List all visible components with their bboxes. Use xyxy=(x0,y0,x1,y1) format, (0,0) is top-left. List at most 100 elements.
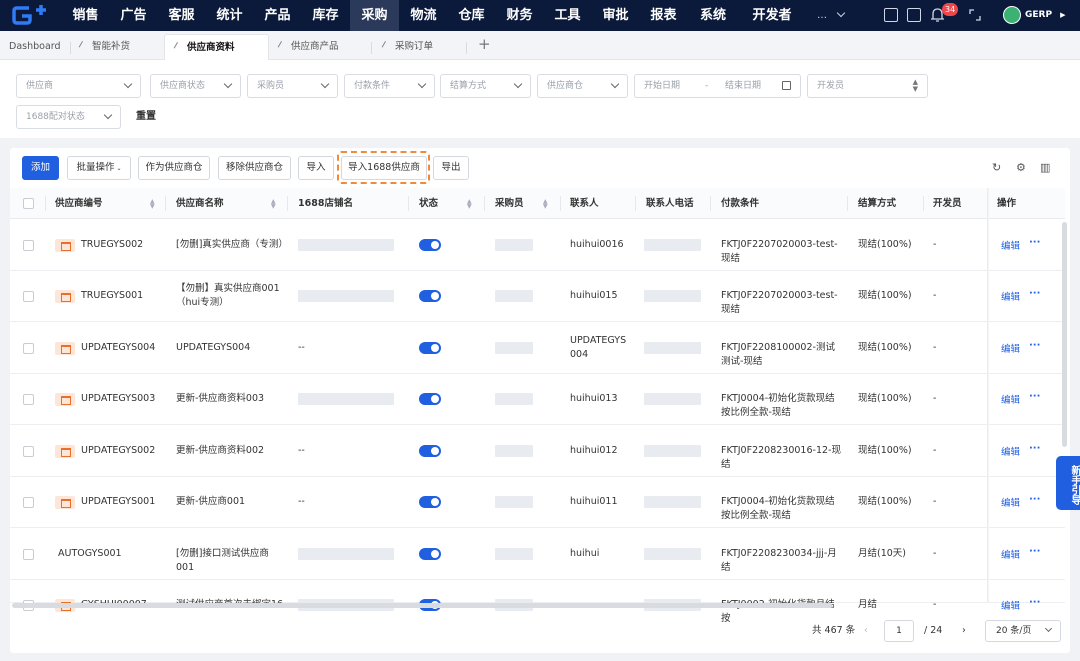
edit-link[interactable]: 编辑 xyxy=(1001,341,1020,355)
nav-item-8[interactable]: 仓库 xyxy=(448,0,495,31)
nav-item-7[interactable]: 物流 xyxy=(400,0,447,31)
settings-icon[interactable]: ⚙ xyxy=(1016,162,1027,173)
row-checkbox[interactable] xyxy=(23,291,34,302)
reset-button[interactable]: 重置 xyxy=(130,105,162,129)
col-supplier-name[interactable]: 供应商名称 xyxy=(176,188,224,219)
status-toggle[interactable] xyxy=(419,548,441,560)
row-checkbox[interactable] xyxy=(23,240,34,251)
more-actions-icon[interactable]: ··· xyxy=(1029,443,1040,454)
status-toggle[interactable] xyxy=(419,445,441,457)
tab-supplier-products[interactable]: 供应商产品 xyxy=(277,34,369,60)
nav-item-13[interactable]: 系统 xyxy=(688,0,738,31)
table-row[interactable]: UPDATEGYS004 UPDATEGYS004 -- UPDATEGYS004 FK… xyxy=(10,323,1065,374)
match-1688-status-select[interactable]: 1688配对状态 xyxy=(16,105,121,129)
columns-icon[interactable]: ▥ xyxy=(1040,162,1051,173)
tab-purchase-orders[interactable]: 采购订单 xyxy=(381,34,463,60)
status-toggle[interactable] xyxy=(419,290,441,302)
more-actions-icon[interactable]: ··· xyxy=(1029,237,1040,248)
supplier-code[interactable]: UPDATEGYS004 xyxy=(81,341,155,355)
horizontal-scrollbar[interactable] xyxy=(12,603,832,608)
more-actions-icon[interactable]: ··· xyxy=(1029,597,1040,608)
table-row[interactable]: UPDATEGYS002 更新-供应商资料002 -- huihui012 FKTJ0F… xyxy=(10,426,1065,477)
more-actions-icon[interactable]: ··· xyxy=(1029,494,1040,505)
select-all-checkbox[interactable] xyxy=(23,198,34,209)
col-status[interactable]: 状态 xyxy=(419,188,438,219)
vertical-scrollbar[interactable] xyxy=(1062,222,1067,447)
fullscreen-icon[interactable] xyxy=(969,9,981,21)
tab-supplier-info[interactable]: 供应商资料 xyxy=(164,34,269,60)
page-number-input[interactable]: 1 xyxy=(884,620,914,642)
supplier-code[interactable]: TRUEGYS002 xyxy=(81,238,143,252)
row-checkbox[interactable] xyxy=(23,394,34,405)
remove-warehouse-button[interactable]: 移除供应商仓 xyxy=(218,156,291,180)
row-checkbox[interactable] xyxy=(23,549,34,560)
tab-dashboard[interactable]: Dashboard xyxy=(9,34,69,60)
status-toggle[interactable] xyxy=(419,239,441,251)
table-row[interactable]: AUTOGYS001 [勿删]接口测试供应商001 huihui FKTJ0F2208… xyxy=(10,529,1065,580)
supplier-code[interactable]: TRUEGYS001 xyxy=(81,289,143,303)
add-tab-button[interactable]: + xyxy=(478,35,491,53)
nav-item-5[interactable]: 库存 xyxy=(302,0,349,31)
supplier-code[interactable]: UPDATEGYS003 xyxy=(81,392,155,406)
nav-item-14[interactable]: 开发者 xyxy=(742,0,802,31)
col-developer[interactable]: 开发员 xyxy=(933,188,962,219)
payment-terms-select[interactable]: 付款条件 xyxy=(344,74,435,98)
col-contact[interactable]: 联系人 xyxy=(570,188,599,219)
supplier-warehouse-select[interactable]: 供应商仓 xyxy=(537,74,628,98)
batch-operation-button[interactable]: 批量操作 ⌄ xyxy=(67,156,131,180)
col-buyer[interactable]: 采购员 xyxy=(495,188,524,219)
status-toggle[interactable] xyxy=(419,496,441,508)
more-actions-icon[interactable]: ··· xyxy=(1029,546,1040,557)
nav-item-3[interactable]: 统计 xyxy=(206,0,253,31)
table-row[interactable]: UPDATEGYS003 更新-供应商资料003 huihui013 FKTJ0004… xyxy=(10,374,1065,425)
nav-item-0[interactable]: 销售 xyxy=(62,0,109,31)
nav-item-2[interactable]: 客服 xyxy=(158,0,205,31)
status-toggle[interactable] xyxy=(419,342,441,354)
sort-icon[interactable]: ▲ ▼ xyxy=(271,199,276,210)
nav-item-11[interactable]: 审批 xyxy=(592,0,639,31)
supplier-status-select[interactable]: 供应商状态 xyxy=(150,74,241,98)
edit-link[interactable]: 编辑 xyxy=(1001,444,1020,458)
col-payment-terms[interactable]: 付款条件 xyxy=(721,188,759,219)
page-size-select[interactable]: 20 条/页 xyxy=(985,620,1061,642)
supplier-code[interactable]: UPDATEGYS002 xyxy=(81,444,155,458)
nav-item-4[interactable]: 产品 xyxy=(254,0,301,31)
col-contact-phone[interactable]: 联系人电话 xyxy=(646,188,694,219)
import-button[interactable]: 导入 xyxy=(298,156,334,180)
nav-item-9[interactable]: 财务 xyxy=(496,0,543,31)
sort-icon[interactable]: ▲ ▼ xyxy=(467,199,472,210)
table-row[interactable]: TRUEGYS002 [勿删]真实供应商（专测） huihui0016 FKTJ0F2… xyxy=(10,220,1065,271)
edit-link[interactable]: 编辑 xyxy=(1001,598,1020,612)
settlement-select[interactable]: 结算方式 xyxy=(440,74,531,98)
supplier-code[interactable]: UPDATEGYS001 xyxy=(81,495,155,509)
id-card-icon[interactable] xyxy=(907,8,921,22)
status-toggle[interactable] xyxy=(419,393,441,405)
table-row[interactable]: UPDATEGYS001 更新-供应商001 -- huihui011 FKTJ0004… xyxy=(10,477,1065,528)
table-row[interactable]: GYSHUI00007测试供应商首次未绑定16FKTJ0002-初始化货款月结按… xyxy=(10,580,1065,624)
import-1688-supplier-button[interactable]: 导入1688供应商 xyxy=(341,156,427,180)
set-as-warehouse-button[interactable]: 作为供应商仓 xyxy=(138,156,210,180)
beginner-guide-button[interactable]: 新手引导 xyxy=(1056,456,1080,510)
edit-link[interactable]: 编辑 xyxy=(1001,238,1020,252)
edit-link[interactable]: 编辑 xyxy=(1001,392,1020,406)
row-checkbox[interactable] xyxy=(23,497,34,508)
more-actions-icon[interactable]: ··· xyxy=(1029,288,1040,299)
tab-smart-replenish[interactable]: 智能补货 xyxy=(78,34,160,60)
edit-link[interactable]: 编辑 xyxy=(1001,289,1020,303)
sort-icon[interactable]: ▲ ▼ xyxy=(150,199,155,210)
download-icon[interactable] xyxy=(884,8,898,22)
next-page-icon[interactable]: › xyxy=(962,620,966,642)
refresh-icon[interactable]: ↻ xyxy=(992,162,1003,173)
nav-item-1[interactable]: 广告 xyxy=(110,0,157,31)
sort-icon[interactable]: ▲ ▼ xyxy=(543,199,548,210)
nav-item-10[interactable]: 工具 xyxy=(544,0,591,31)
nav-item-12[interactable]: 报表 xyxy=(640,0,687,31)
export-button[interactable]: 导出 xyxy=(433,156,469,180)
app-logo-icon[interactable] xyxy=(12,5,48,26)
table-row[interactable]: TRUEGYS001 【勿删】真实供应商001（hui专测） huihui015 FK… xyxy=(10,271,1065,322)
col-1688-shop[interactable]: 1688店铺名 xyxy=(298,188,353,219)
more-actions-icon[interactable]: ··· xyxy=(1029,391,1040,402)
developer-select[interactable]: 开发员 ▲ ▼ xyxy=(807,74,928,98)
date-range-picker[interactable]: 开始日期 - 结束日期 xyxy=(634,74,801,98)
user-name[interactable]: GERP ▶ xyxy=(1025,0,1065,31)
